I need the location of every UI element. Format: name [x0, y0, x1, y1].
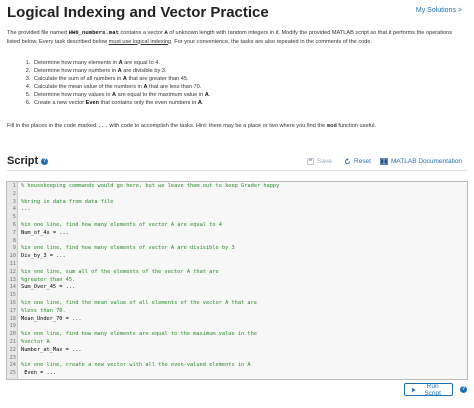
code-line[interactable]: 25 Even = ...	[7, 370, 467, 378]
code-text: Even = ...	[21, 370, 57, 377]
code-text: Mean_Under_70 = ...	[21, 315, 82, 322]
code-line[interactable]: 15	[7, 292, 467, 300]
line-number: 14	[9, 284, 16, 291]
book-icon	[380, 158, 388, 165]
code-line[interactable]: 4...	[7, 206, 467, 214]
code-comment: %greater than 45.	[21, 276, 76, 283]
line-number: 9	[12, 245, 16, 252]
run-help-icon[interactable]: ?	[460, 386, 467, 393]
line-number: 25	[9, 370, 16, 377]
code-line[interactable]: 3 %bring in data from data file	[7, 199, 467, 207]
task-list: Determine how many elements in A are equ…	[22, 60, 452, 107]
code-comment: %in one line, find how many elements of …	[21, 245, 235, 252]
code-comment: %vector A	[21, 339, 50, 345]
line-number: 24	[9, 362, 16, 369]
line-number: 1	[12, 183, 16, 189]
code-line[interactable]: 9 %in one line, find how many elements of…	[7, 245, 467, 253]
code-comment: %bring in data from data file	[21, 198, 114, 205]
code-text: Sum_Over_45 = ...	[21, 284, 76, 291]
line-number: 5	[12, 214, 16, 221]
code-line[interactable]: 18 Mean_Under_70 = ...	[7, 316, 467, 324]
line-number: 3	[12, 198, 16, 205]
divider	[7, 170, 467, 171]
line-number: 7	[12, 229, 16, 236]
line-number: 19	[9, 323, 16, 330]
code-line[interactable]: 7 Num_of_4s = ...	[7, 230, 467, 238]
task-item: Calculate the mean value of the numbers …	[32, 84, 452, 92]
line-number: 2	[12, 190, 16, 197]
save-button[interactable]: Save	[307, 158, 332, 165]
line-number: 10	[9, 253, 16, 260]
line-number: 23	[9, 354, 16, 361]
desc-text-1: The provided file named	[7, 30, 69, 36]
code-line[interactable]: 12 %in one line, sum all of the elements …	[7, 269, 467, 277]
fill-instructions: Fill in the places in the code marked ..…	[7, 122, 377, 129]
code-comment: % housekeeping commands would go here, b…	[21, 183, 280, 189]
code-line[interactable]: 23	[7, 355, 467, 363]
code-text: Number_at_Max = ...	[21, 346, 82, 353]
desc-text-4: . For your convenience, the tasks are al…	[171, 38, 373, 45]
desc-text-2: contains a vector	[118, 30, 165, 36]
reset-button[interactable]: Reset	[344, 158, 371, 165]
line-number: 13	[9, 276, 16, 283]
code-line[interactable]: 19	[7, 323, 467, 331]
code-line[interactable]: 6 %in one line, find how many elements of…	[7, 222, 467, 230]
line-number: 20	[9, 331, 16, 338]
desc-emphasis: must use logical indexing	[108, 38, 172, 45]
task-item: Create a new vector Even that contains o…	[32, 100, 452, 108]
script-heading: Script?	[7, 155, 49, 167]
code-comment: %less than 70.	[21, 307, 66, 314]
line-number: 21	[9, 339, 16, 345]
code-line[interactable]: 22 Number_at_Max = ...	[7, 347, 467, 355]
code-comment: %in one line, sum all of the elements of…	[21, 268, 219, 275]
code-line[interactable]: 10 Div_by_3 = ...	[7, 253, 467, 261]
desc-file-name: HW6_numbers.mat	[68, 29, 119, 36]
matlab-documentation-link[interactable]: MATLAB Documentation	[380, 158, 462, 165]
play-icon	[412, 387, 416, 392]
save-icon	[307, 158, 314, 165]
line-number: 4	[12, 206, 16, 213]
line-number: 15	[9, 292, 16, 299]
line-number: 17	[9, 307, 16, 314]
code-editor[interactable]: 1 % housekeeping commands would go here, …	[6, 181, 468, 380]
code-line[interactable]: 8	[7, 238, 467, 246]
code-line[interactable]: 16 %in one line, find the mean value of a…	[7, 300, 467, 308]
code-line[interactable]: 21 %vector A	[7, 339, 467, 347]
line-number: 8	[12, 237, 16, 244]
task-item: Determine how many numbers in A are divi…	[32, 68, 452, 76]
my-solutions-link[interactable]: My Solutions >	[416, 7, 462, 14]
code-line[interactable]: 2	[7, 191, 467, 199]
code-line[interactable]: 17 %less than 70.	[7, 308, 467, 316]
code-comment: %in one line, create a new vector with a…	[21, 362, 251, 369]
help-icon[interactable]: ?	[41, 157, 49, 165]
code-line[interactable]: 24 %in one line, create a new vector with…	[7, 362, 467, 370]
code-line[interactable]: 1 % housekeeping commands would go here, …	[7, 183, 467, 191]
run-script-button[interactable]: Run Script	[404, 383, 453, 397]
line-number: 6	[12, 222, 16, 228]
page-title: Logical Indexing and Vector Practice	[7, 4, 269, 21]
code-line[interactable]: 5	[7, 214, 467, 222]
line-number: 16	[9, 300, 16, 306]
reset-icon	[344, 158, 351, 165]
code-comment: %in one line, find how many elements are…	[21, 331, 257, 338]
code-line[interactable]: 20 %in one line, find how many elements a…	[7, 331, 467, 339]
line-number: 11	[9, 261, 16, 267]
line-number: 18	[9, 315, 16, 322]
problem-description: The provided file named HW6_numbers.mat …	[7, 29, 463, 46]
code-comment: %in one line, find how many elements of …	[21, 222, 222, 228]
task-item: Calculate the sum of all numbers in A th…	[32, 76, 452, 84]
code-line[interactable]: 13 %greater than 45.	[7, 277, 467, 285]
line-number: 12	[9, 268, 16, 275]
code-line[interactable]: 11	[7, 261, 467, 269]
code-line[interactable]: 14 Sum_Over_45 = ...	[7, 284, 467, 292]
code-text: ...	[21, 206, 31, 213]
line-number: 22	[9, 346, 16, 353]
task-item: Determine how many values in A are equal…	[32, 92, 452, 100]
code-text: Div_by_3 = ...	[21, 253, 66, 260]
code-text: Num_of_4s = ...	[21, 229, 69, 236]
code-comment: %in one line, find the mean value of all…	[21, 300, 257, 306]
task-item: Determine how many elements in A are equ…	[32, 60, 452, 68]
